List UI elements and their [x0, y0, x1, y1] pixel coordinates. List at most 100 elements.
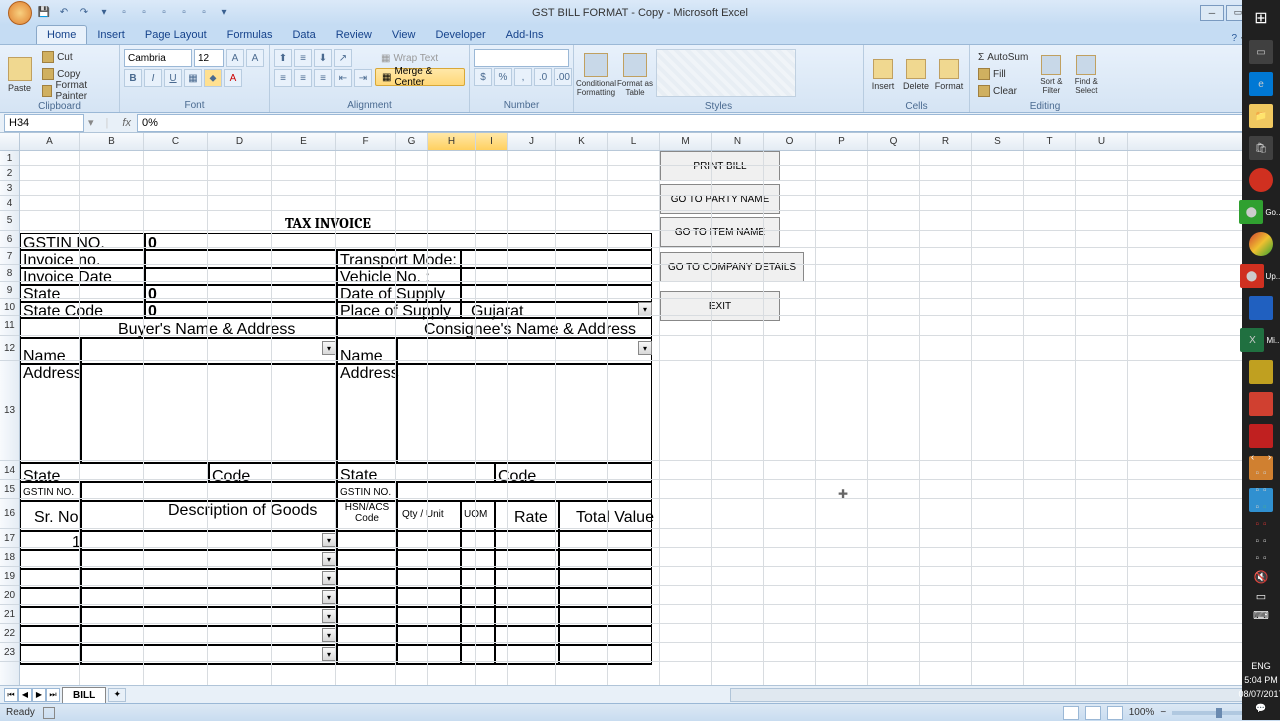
page-break-view-button[interactable]: [1107, 706, 1123, 720]
sort-filter-button[interactable]: Sort & Filter: [1035, 49, 1067, 101]
tray-icon[interactable]: ▫: [1255, 468, 1259, 479]
number-format-select[interactable]: [474, 49, 569, 67]
row-header[interactable]: 7: [0, 248, 19, 265]
column-header[interactable]: P: [816, 133, 868, 150]
tray-icon[interactable]: ▫: [1263, 553, 1267, 564]
cut-button[interactable]: Cut: [38, 49, 115, 65]
tab-page-layout[interactable]: Page Layout: [135, 26, 217, 44]
select-all-corner[interactable]: [0, 133, 20, 150]
row-header[interactable]: 21: [0, 605, 19, 624]
row-header[interactable]: 12: [0, 336, 19, 361]
goto-company-button[interactable]: GO TO COMPANY DETAILS: [660, 252, 804, 282]
column-header[interactable]: E: [272, 133, 336, 150]
edge-icon[interactable]: e: [1249, 72, 1273, 96]
tab-first-button[interactable]: ⏮: [4, 688, 18, 702]
format-as-table-button[interactable]: Format as Table: [617, 49, 653, 101]
app-icon[interactable]: [1249, 424, 1273, 448]
language-indicator[interactable]: ENG: [1251, 661, 1271, 671]
row-header[interactable]: 9: [0, 282, 19, 299]
clock-time[interactable]: 5:04 PM: [1244, 675, 1278, 685]
excel-icon[interactable]: X: [1240, 328, 1264, 352]
tray-icon[interactable]: ▫: [1263, 519, 1267, 530]
font-name-select[interactable]: Cambria: [124, 49, 192, 67]
formula-input[interactable]: 0%: [137, 114, 1264, 132]
tab-developer[interactable]: Developer: [425, 26, 495, 44]
currency-button[interactable]: $: [474, 68, 492, 86]
row-header[interactable]: 3: [0, 181, 19, 196]
percent-button[interactable]: %: [494, 68, 512, 86]
page-layout-view-button[interactable]: [1085, 706, 1101, 720]
zoom-level[interactable]: 100%: [1129, 707, 1155, 718]
tab-last-button[interactable]: ⏭: [46, 688, 60, 702]
tab-home[interactable]: Home: [36, 25, 87, 44]
row-header[interactable]: 20: [0, 586, 19, 605]
start-button[interactable]: ⊞: [1242, 0, 1280, 36]
fx-icon[interactable]: fx: [116, 117, 137, 129]
tray-icon[interactable]: ▫: [1263, 502, 1267, 513]
column-header[interactable]: L: [608, 133, 660, 150]
column-header[interactable]: J: [508, 133, 556, 150]
tray-icon[interactable]: ▫: [1255, 485, 1259, 496]
tray-icon[interactable]: ▫: [1263, 485, 1267, 496]
qat-more-icon[interactable]: ▾: [216, 5, 232, 21]
row-header[interactable]: 16: [0, 499, 19, 529]
app-icon[interactable]: ⬤: [1240, 264, 1264, 288]
dropdown-icon[interactable]: ▾: [322, 552, 336, 566]
column-header[interactable]: O: [764, 133, 816, 150]
dropdown-icon[interactable]: ▾: [322, 571, 336, 585]
align-top-button[interactable]: ⬆: [274, 49, 292, 67]
row-header[interactable]: 13: [0, 361, 19, 461]
align-center-button[interactable]: ≡: [294, 69, 312, 87]
help-icon[interactable]: ?: [1232, 33, 1238, 44]
column-header[interactable]: A: [20, 133, 80, 150]
fill-button[interactable]: Fill: [974, 66, 1032, 82]
column-header[interactable]: Q: [868, 133, 920, 150]
column-header[interactable]: M: [660, 133, 712, 150]
dropdown-icon[interactable]: ▾: [322, 533, 336, 547]
exit-button[interactable]: EXIT: [660, 291, 780, 321]
horizontal-scrollbar[interactable]: [730, 688, 1262, 702]
insert-cells-button[interactable]: Insert: [868, 49, 898, 101]
qat-icon[interactable]: ▫: [156, 5, 172, 21]
comma-button[interactable]: ,: [514, 68, 532, 86]
dropdown-icon[interactable]: ▾: [638, 302, 652, 316]
outlook-icon[interactable]: [1249, 296, 1273, 320]
row-header[interactable]: 17: [0, 529, 19, 548]
app-icon[interactable]: [1249, 360, 1273, 384]
save-icon[interactable]: 💾: [36, 5, 52, 21]
dropdown-icon[interactable]: ▾: [322, 609, 336, 623]
cell-styles-gallery[interactable]: [656, 49, 796, 97]
column-header[interactable]: D: [208, 133, 272, 150]
row-header[interactable]: 6: [0, 231, 19, 248]
format-cells-button[interactable]: Format: [934, 49, 964, 101]
tab-data[interactable]: Data: [282, 26, 325, 44]
tab-prev-button[interactable]: ◀: [18, 688, 32, 702]
explorer-icon[interactable]: 📁: [1249, 104, 1273, 128]
dropdown-icon[interactable]: ▾: [322, 590, 336, 604]
row-header[interactable]: 1: [0, 151, 19, 166]
keyboard-icon[interactable]: ⌨: [1253, 609, 1269, 622]
align-middle-button[interactable]: ≡: [294, 49, 312, 67]
column-header[interactable]: G: [396, 133, 428, 150]
tray-icon[interactable]: ▫: [1255, 553, 1259, 564]
column-header[interactable]: S: [972, 133, 1024, 150]
zoom-out-button[interactable]: −: [1160, 707, 1166, 718]
row-header[interactable]: 19: [0, 567, 19, 586]
normal-view-button[interactable]: [1063, 706, 1079, 720]
dropdown-icon[interactable]: ▾: [322, 628, 336, 642]
app-icon[interactable]: [1249, 392, 1273, 416]
shrink-font-button[interactable]: A: [246, 49, 264, 67]
merge-center-button[interactable]: ▦Merge & Center: [375, 68, 465, 86]
row-header[interactable]: 14: [0, 461, 19, 480]
align-left-button[interactable]: ≡: [274, 69, 292, 87]
fill-color-button[interactable]: ⬥: [204, 69, 222, 87]
column-header[interactable]: C: [144, 133, 208, 150]
tray-icon[interactable]: ▫: [1255, 536, 1259, 547]
minimize-button[interactable]: ─: [1200, 5, 1224, 21]
tab-addins[interactable]: Add-Ins: [496, 26, 554, 44]
undo-icon[interactable]: ↶: [56, 5, 72, 21]
paste-button[interactable]: Paste: [4, 49, 35, 101]
qat-icon[interactable]: ▾: [96, 5, 112, 21]
align-right-button[interactable]: ≡: [314, 69, 332, 87]
align-bottom-button[interactable]: ⬇: [314, 49, 332, 67]
